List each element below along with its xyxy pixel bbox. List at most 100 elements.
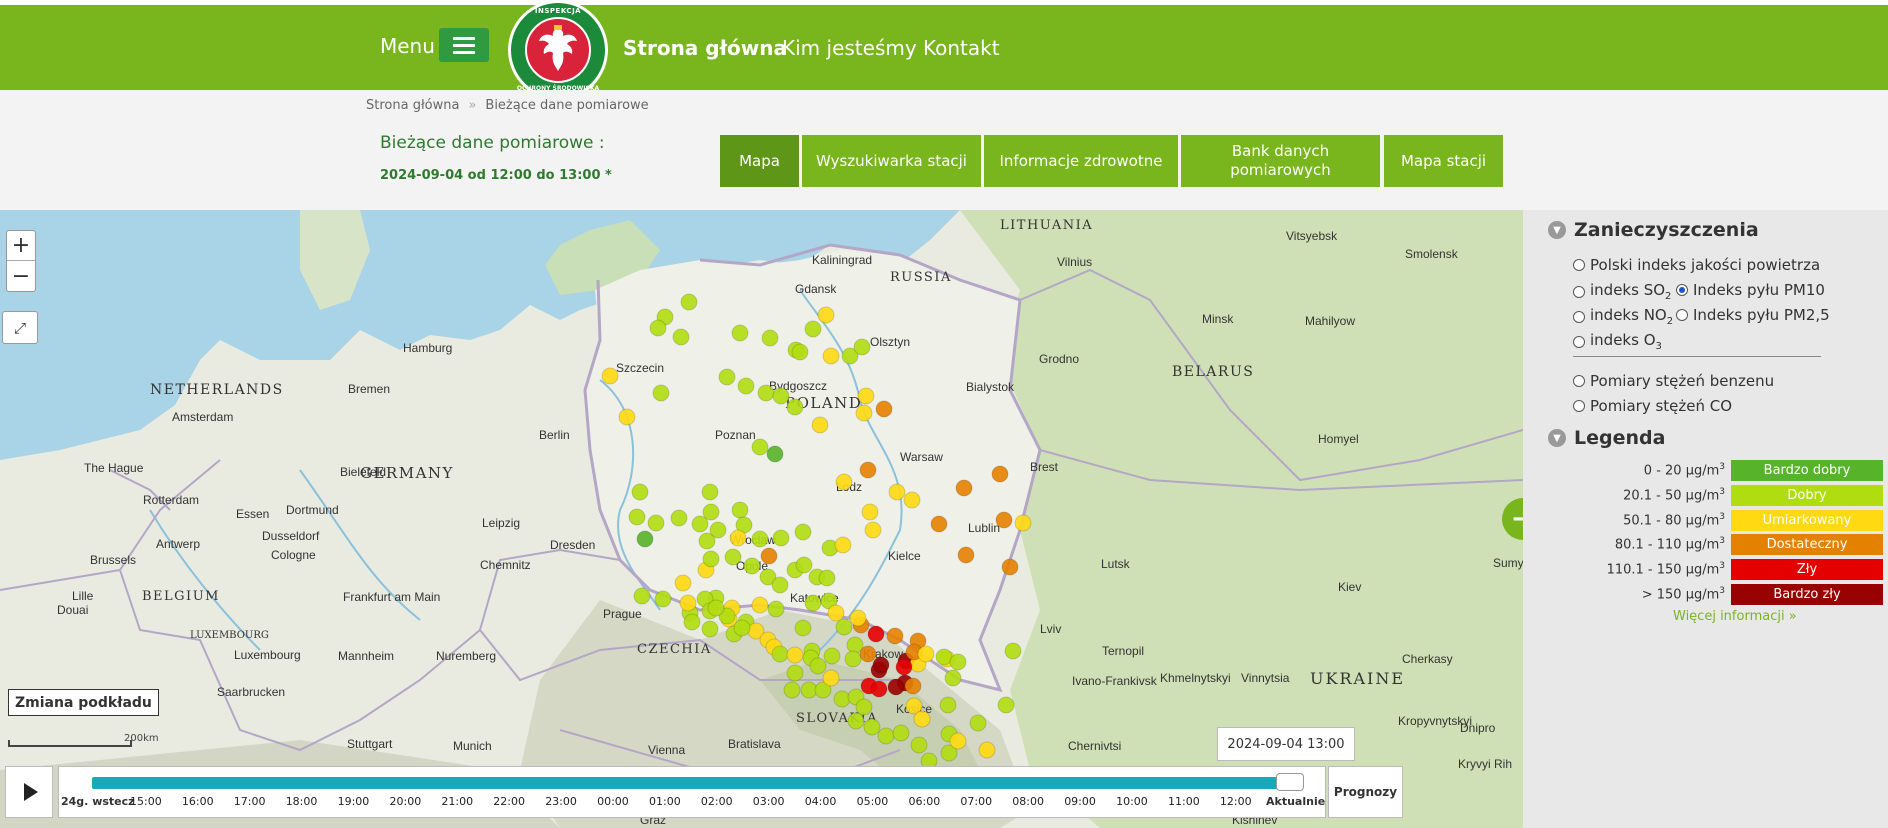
station-marker[interactable]: [872, 656, 890, 674]
station-marker[interactable]: [886, 627, 904, 645]
option-pm10[interactable]: Indeks pyłu PM10: [1676, 281, 1825, 299]
station-marker[interactable]: [834, 536, 852, 554]
station-marker[interactable]: [991, 465, 1009, 483]
station-marker[interactable]: [887, 678, 905, 696]
more-info-link[interactable]: Więcej informacji »: [1673, 609, 1797, 624]
station-marker[interactable]: [995, 511, 1013, 529]
timeline-slider[interactable]: [58, 766, 1326, 818]
station-marker[interactable]: [698, 532, 716, 550]
station-marker[interactable]: [636, 530, 654, 548]
option-aqi[interactable]: Polski indeks jakości powietrza: [1573, 256, 1820, 274]
station-marker[interactable]: [949, 653, 967, 671]
logo[interactable]: INSPEKCJA OCHRONY ŚRODOWISKA: [508, 0, 608, 100]
zoom-in-button[interactable]: +: [7, 231, 35, 261]
station-marker[interactable]: [944, 669, 962, 687]
station-marker[interactable]: [751, 530, 769, 548]
station-marker[interactable]: [718, 368, 736, 386]
station-marker[interactable]: [794, 619, 812, 637]
station-marker[interactable]: [707, 599, 725, 617]
station-marker[interactable]: [855, 698, 873, 716]
pollutants-heading[interactable]: ▼ Zanieczyszczenia: [1548, 219, 1759, 241]
station-marker[interactable]: [786, 664, 804, 682]
station-marker[interactable]: [652, 384, 670, 402]
tab-health-info[interactable]: Informacje zdrowotne: [984, 135, 1178, 187]
station-marker[interactable]: [783, 681, 801, 699]
station-marker[interactable]: [767, 600, 785, 618]
station-marker[interactable]: [888, 483, 906, 501]
station-marker[interactable]: [823, 647, 841, 665]
station-marker[interactable]: [817, 306, 835, 324]
nav-contact-link[interactable]: Kontakt: [923, 36, 1000, 60]
station-marker[interactable]: [853, 338, 871, 356]
station-marker[interactable]: [833, 690, 851, 708]
station-marker[interactable]: [809, 657, 827, 675]
station-marker[interactable]: [867, 625, 885, 643]
station-marker[interactable]: [647, 514, 665, 532]
station-marker[interactable]: [949, 732, 967, 750]
station-marker[interactable]: [786, 398, 804, 416]
station-marker[interactable]: [618, 408, 636, 426]
station-marker[interactable]: [1004, 642, 1022, 660]
station-marker[interactable]: [729, 529, 747, 547]
station-marker[interactable]: [847, 712, 865, 730]
station-marker[interactable]: [903, 491, 921, 509]
station-marker[interactable]: [731, 324, 749, 342]
nav-home-link[interactable]: Strona główna: [623, 36, 787, 60]
station-marker[interactable]: [1014, 514, 1032, 532]
station-marker[interactable]: [683, 613, 701, 631]
nav-about-link[interactable]: Kim jesteśmy: [782, 36, 917, 60]
option-so2[interactable]: indeks SO2: [1573, 281, 1671, 302]
option-pm25[interactable]: Indeks pyłu PM2,5: [1676, 306, 1830, 324]
radio-button[interactable]: [1573, 335, 1585, 348]
station-marker[interactable]: [910, 736, 928, 754]
station-marker[interactable]: [761, 329, 779, 347]
station-marker[interactable]: [864, 521, 882, 539]
station-marker[interactable]: [835, 473, 853, 491]
station-marker[interactable]: [822, 669, 840, 687]
radio-button[interactable]: [1573, 375, 1585, 387]
station-marker[interactable]: [930, 515, 948, 533]
station-marker[interactable]: [849, 609, 867, 627]
option-co[interactable]: Pomiary stężeń CO: [1573, 397, 1732, 415]
station-marker[interactable]: [804, 594, 822, 612]
station-marker[interactable]: [680, 293, 698, 311]
station-marker[interactable]: [731, 501, 749, 519]
station-marker[interactable]: [863, 718, 881, 736]
station-marker[interactable]: [601, 367, 619, 385]
radio-button[interactable]: [1573, 285, 1585, 298]
station-marker[interactable]: [724, 548, 742, 566]
zoom-out-button[interactable]: −: [7, 261, 35, 291]
station-marker[interactable]: [855, 404, 873, 422]
station-marker[interactable]: [811, 416, 829, 434]
station-marker[interactable]: [751, 438, 769, 456]
timeline-handle[interactable]: [1276, 773, 1304, 791]
station-marker[interactable]: [672, 328, 690, 346]
station-marker[interactable]: [743, 557, 761, 575]
station-marker[interactable]: [859, 645, 877, 663]
station-marker[interactable]: [786, 646, 804, 664]
station-marker[interactable]: [844, 650, 862, 668]
station-marker[interactable]: [904, 677, 922, 695]
station-marker[interactable]: [955, 479, 973, 497]
station-marker[interactable]: [772, 387, 790, 405]
station-marker[interactable]: [870, 680, 888, 698]
station-marker[interactable]: [701, 483, 719, 501]
station-marker[interactable]: [875, 400, 893, 418]
station-marker[interactable]: [751, 596, 769, 614]
station-marker[interactable]: [861, 503, 879, 521]
forecast-button[interactable]: Prognozy: [1328, 766, 1403, 818]
station-marker[interactable]: [913, 710, 931, 728]
station-marker[interactable]: [1001, 558, 1019, 576]
station-marker[interactable]: [822, 347, 840, 365]
menu-button[interactable]: [439, 28, 489, 62]
station-marker[interactable]: [818, 569, 836, 587]
station-marker[interactable]: [957, 546, 975, 564]
station-marker[interactable]: [733, 619, 751, 637]
station-marker[interactable]: [835, 618, 853, 636]
station-marker[interactable]: [701, 620, 719, 638]
radio-button[interactable]: [1573, 310, 1585, 323]
option-o3[interactable]: indeks O3: [1573, 331, 1662, 352]
station-marker[interactable]: [827, 604, 845, 622]
option-benzene[interactable]: Pomiary stężeń benzenu: [1573, 372, 1774, 390]
station-marker[interactable]: [969, 714, 987, 732]
